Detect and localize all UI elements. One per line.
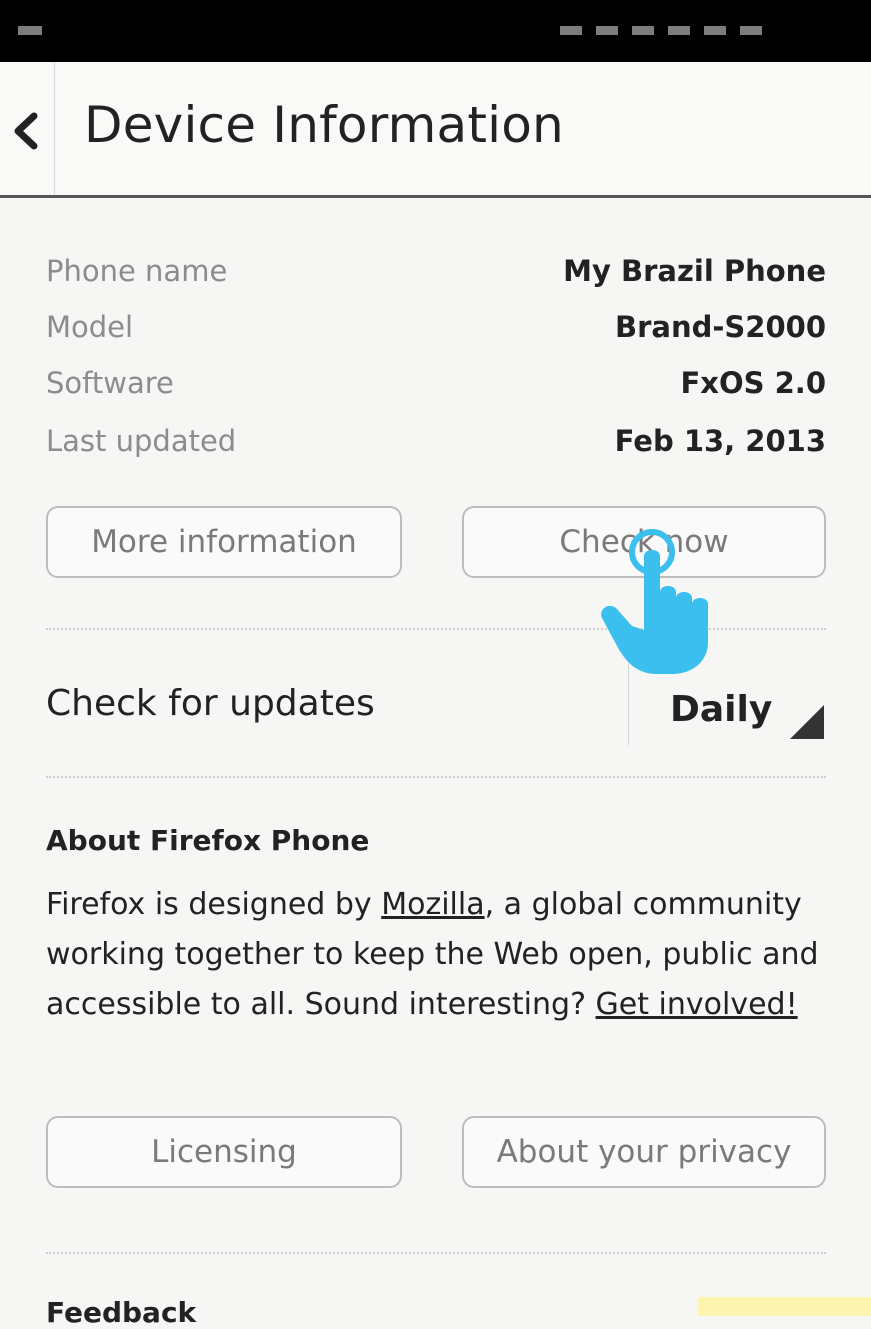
info-row-model: Model Brand-S2000	[46, 306, 826, 350]
status-icon	[740, 26, 762, 35]
info-row-software: Software FxOS 2.0	[46, 362, 826, 406]
info-label: Phone name	[46, 254, 228, 288]
status-icon	[632, 26, 654, 35]
mozilla-link[interactable]: Mozilla	[381, 887, 484, 922]
status-icon	[704, 26, 726, 35]
back-button[interactable]	[0, 62, 55, 195]
header: Device Information	[0, 62, 871, 198]
highlight-block	[698, 1297, 871, 1316]
check-for-updates-label: Check for updates	[46, 683, 375, 724]
licensing-button[interactable]: Licensing	[46, 1116, 402, 1188]
privacy-button[interactable]: About your privacy	[462, 1116, 826, 1188]
pointing-hand-icon	[601, 529, 708, 674]
status-bar	[0, 0, 871, 62]
info-label: Last updated	[46, 424, 237, 458]
status-indicator-icon	[18, 26, 42, 35]
more-information-button[interactable]: More information	[46, 506, 402, 578]
info-label: Software	[46, 366, 174, 400]
update-frequency-value: Daily	[670, 689, 773, 730]
info-value: Brand-S2000	[614, 310, 826, 344]
info-value: FxOS 2.0	[680, 366, 826, 400]
info-value: My Brazil Phone	[563, 254, 826, 288]
status-icon	[596, 26, 618, 35]
triangle-corner-icon	[790, 705, 824, 739]
status-icon	[668, 26, 690, 35]
divider	[46, 1252, 826, 1254]
about-text: Firefox is designed by	[46, 887, 382, 922]
feedback-heading: Feedback	[46, 1296, 197, 1329]
info-row-phone-name: Phone name My Brazil Phone	[46, 250, 826, 294]
info-label: Model	[46, 310, 134, 344]
info-value: Feb 13, 2013	[614, 424, 826, 458]
status-icon	[560, 26, 582, 35]
chevron-left-icon	[14, 112, 38, 150]
divider	[46, 776, 826, 778]
about-heading: About Firefox Phone	[46, 824, 370, 857]
info-row-last-updated: Last updated Feb 13, 2013	[46, 420, 826, 464]
get-involved-link[interactable]: Get involved!	[596, 987, 798, 1022]
about-paragraph: Firefox is designed by Mozilla, a global…	[46, 880, 836, 1030]
page-title: Device Information	[84, 96, 564, 154]
